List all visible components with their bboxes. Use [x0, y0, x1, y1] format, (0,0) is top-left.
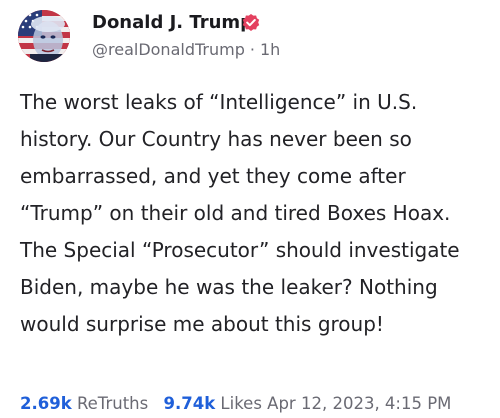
handle-line: @realDonaldTrump · 1h [92, 40, 280, 59]
avatar[interactable] [18, 10, 70, 62]
likes-label[interactable]: Likes [220, 394, 262, 413]
verified-badge-icon [242, 14, 260, 31]
likes-count[interactable]: 9.74k [163, 394, 215, 413]
retruths-label[interactable]: ReTruths [77, 394, 148, 413]
user-handle[interactable]: @realDonaldTrump [92, 40, 245, 59]
display-name[interactable]: Donald J. Trump [92, 12, 253, 33]
post-stats: 2.69k ReTruths 9.74k Likes Apr 12, 2023,… [20, 394, 451, 413]
post-card: Donald J. Trump @realDonaldTrump · 1h The … [0, 0, 500, 418]
post-time[interactable]: 1h [260, 40, 280, 59]
avatar-image [18, 10, 70, 62]
post-timestamp: Apr 12, 2023, 4:15 PM [267, 394, 452, 413]
retruths-count[interactable]: 2.69k [20, 394, 72, 413]
handle-separator: · [249, 40, 255, 59]
post-body: The worst leaks of “Intelligence” in U.S… [20, 90, 460, 336]
